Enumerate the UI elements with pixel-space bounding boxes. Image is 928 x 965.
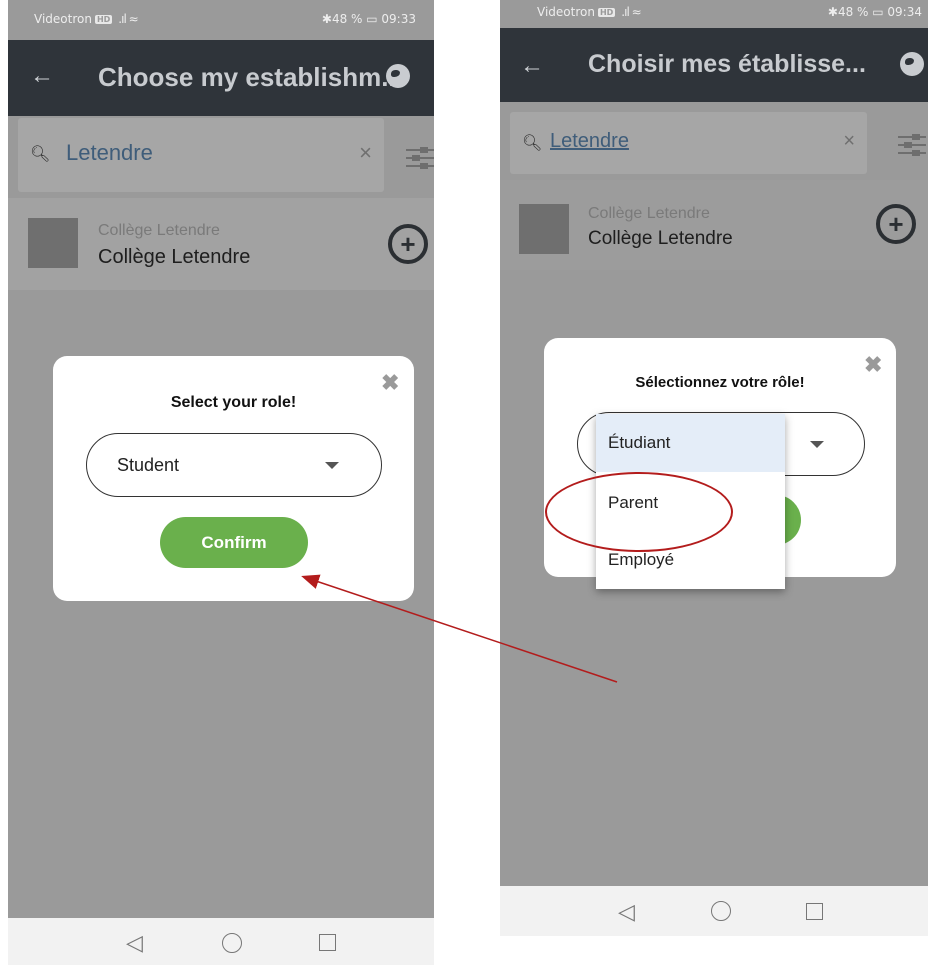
establishment-thumbnail [519,204,569,254]
status-right: ✱48 % ▭ 09:33 [321,12,416,26]
right-phone-screen: Videotron HD .ıl ≈ ✱48 % ▭ 09:34 ← Choisir… [500,0,928,936]
status-right: ✱48 % ▭ 09:34 [827,5,922,19]
establishment-thumbnail [28,218,78,268]
establishment-name: Collège Letendre [588,228,733,249]
highlight-ellipse [545,472,733,552]
dropdown-option-etudiant[interactable]: Étudiant [596,414,785,472]
app-bar: ← Choisir mes établisse... [500,28,928,102]
confirm-button[interactable]: Confirm [160,517,308,568]
page-title: Choisir mes établisse... [588,50,866,78]
add-establishment-button[interactable]: + [388,224,428,264]
dialog-title: Select your role! [170,394,297,411]
filter-icon[interactable] [898,132,926,158]
carrier-name: Videotron [34,12,92,26]
search-field[interactable]: 🔍︎ Letendre × [510,112,867,174]
carrier-name: Videotron [537,5,595,19]
add-establishment-button[interactable]: + [876,204,916,244]
establishment-subtitle: Collège Letendre [98,222,220,239]
android-nav-bar: ◁ [8,918,434,965]
hd-badge: HD [94,15,113,24]
nav-back-icon[interactable]: ◁ [126,930,143,956]
signal-icon: .ıl ≈ [621,5,641,19]
nav-recents-icon[interactable] [319,934,336,951]
back-arrow-icon[interactable]: ← [520,52,544,80]
role-dialog: ✖ Select your role! Student Confirm [53,356,414,601]
hd-badge: HD [597,8,616,17]
search-input[interactable]: Letendre [550,130,629,153]
clear-search-icon[interactable]: × [843,130,855,153]
nav-home-icon[interactable] [711,901,731,921]
clear-search-icon[interactable]: × [359,140,372,166]
nav-home-icon[interactable] [222,933,242,953]
nav-back-icon[interactable]: ◁ [618,899,635,925]
back-arrow-icon[interactable]: ← [30,62,54,90]
search-field[interactable]: 🔍︎ Letendre × [18,118,384,192]
globe-icon[interactable] [900,52,924,76]
chevron-down-icon [325,462,339,469]
dialog-title: Sélectionnez votre rôle! [635,374,805,391]
close-icon[interactable]: ✖ [381,370,399,396]
nav-recents-icon[interactable] [806,903,823,920]
android-nav-bar: ◁ [500,886,928,936]
left-phone-screen: Videotron HD .ıl ≈ ✱48 % ▭ 09:33 ← Choose … [8,0,434,965]
signal-icon: .ıl ≈ [118,12,138,26]
status-bar: Videotron HD .ıl ≈ ✱48 % ▭ 09:34 [500,0,928,28]
filter-icon[interactable] [406,145,434,171]
role-select[interactable]: Student [86,433,382,497]
status-bar: Videotron HD .ıl ≈ ✱48 % ▭ 09:33 [8,0,434,40]
app-bar: ← Choose my establishm... [8,40,434,116]
chevron-down-icon [810,441,824,448]
page-title: Choose my establishm... [98,62,403,92]
search-icon: 🔍︎ [30,146,51,163]
globe-icon[interactable] [386,64,410,88]
establishment-subtitle: Collège Letendre [588,205,710,222]
search-input[interactable]: Letendre [66,140,153,166]
search-icon: 🔍︎ [522,135,543,152]
role-select-value: Student [117,455,180,475]
establishment-row[interactable]: Collège Letendre Collège Letendre + [500,180,928,270]
establishment-name: Collège Letendre [98,246,251,268]
establishment-row[interactable]: Collège Letendre Collège Letendre + [8,198,434,290]
